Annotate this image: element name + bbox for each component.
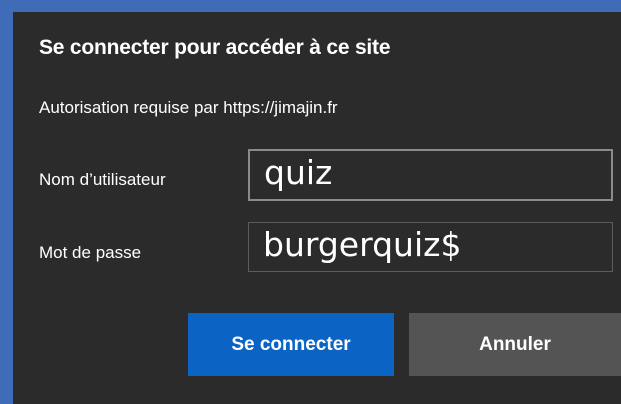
password-label: Mot de passe [39, 243, 142, 262]
username-value: quiz [264, 153, 333, 192]
username-label: Nom d’utilisateur [39, 170, 166, 189]
login-dialog: Se connecter pour accéder à ce site Auto… [13, 12, 621, 404]
cancel-button[interactable]: Annuler [409, 313, 621, 376]
sign-in-button-label: Se connecter [231, 333, 351, 355]
sign-in-button[interactable]: Se connecter [188, 313, 394, 376]
password-input[interactable]: burgerquiz$ [248, 222, 613, 272]
dialog-subtitle: Autorisation requise par https://jimajin… [39, 98, 338, 117]
password-value: burgerquiz$ [263, 225, 462, 264]
username-input[interactable]: quiz [248, 149, 613, 201]
cancel-button-label: Annuler [479, 333, 551, 355]
dialog-title: Se connecter pour accéder à ce site [39, 36, 391, 59]
